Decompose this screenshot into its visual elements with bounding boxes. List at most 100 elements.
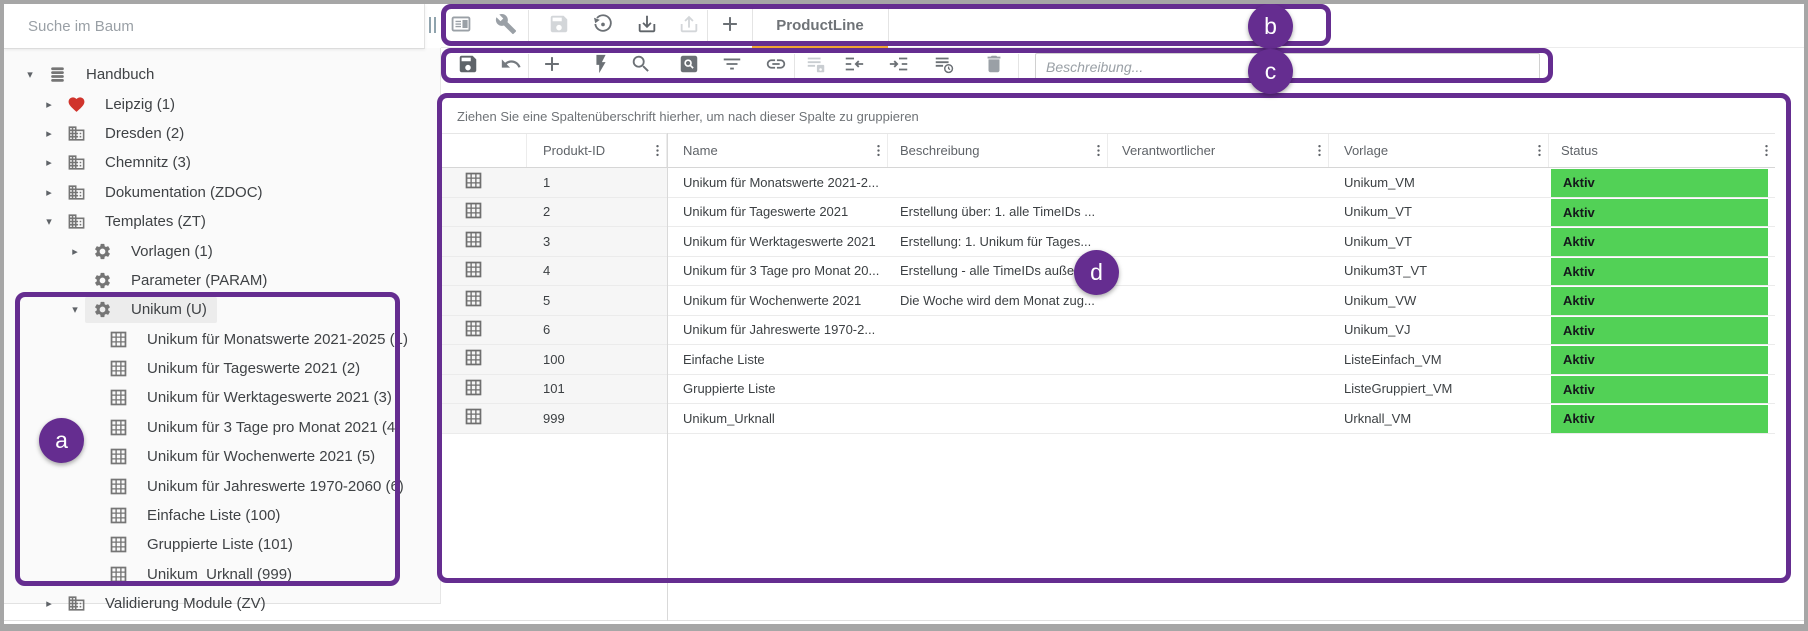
- tree-item-chemnitz[interactable]: ▸ Chemnitz (3): [4, 148, 440, 177]
- table-icon[interactable]: [464, 230, 483, 252]
- filter-icon[interactable]: [720, 52, 744, 76]
- tree-item-gruppierte-liste[interactable]: Gruppierte Liste (101): [4, 530, 440, 559]
- column-header-icon: [441, 134, 527, 167]
- undo-icon[interactable]: [499, 52, 523, 76]
- tree-item-templates[interactable]: ▾ Templates (ZT): [4, 207, 440, 236]
- table-icon[interactable]: [464, 378, 483, 400]
- column-header-vorlage[interactable]: Vorlage: [1329, 134, 1549, 167]
- history-restore-icon[interactable]: [591, 12, 615, 36]
- chevron-right-icon[interactable]: ▸: [39, 98, 59, 111]
- table-icon: [105, 477, 131, 496]
- column-header-verantwortlicher[interactable]: Verantwortlicher: [1108, 134, 1329, 167]
- upload-icon[interactable]: [677, 12, 701, 36]
- status-badge: Aktiv: [1551, 287, 1768, 315]
- column-menu-icon[interactable]: [1089, 143, 1107, 158]
- tree-item-dresden[interactable]: ▸ Dresden (2): [4, 119, 440, 148]
- link-icon[interactable]: [764, 52, 788, 76]
- search-in-grid-icon[interactable]: [677, 52, 701, 76]
- table-icon[interactable]: [464, 289, 483, 311]
- chevron-down-icon[interactable]: ▾: [39, 215, 59, 228]
- table-icon: [105, 506, 131, 525]
- gear-icon: [89, 300, 115, 319]
- tree-item-urknall[interactable]: Unikum_Urknall (999): [4, 560, 440, 589]
- table-icon[interactable]: [464, 407, 483, 429]
- lightning-icon[interactable]: [589, 52, 613, 76]
- tab-productline[interactable]: ProductLine: [752, 4, 888, 47]
- gear-icon: [89, 271, 115, 290]
- save-icon[interactable]: [456, 52, 480, 76]
- tree-search-input[interactable]: [4, 4, 424, 48]
- download-icon[interactable]: [635, 12, 659, 36]
- table-icon: [105, 418, 131, 437]
- table-icon: [105, 359, 131, 378]
- tree-item-jahreswerte[interactable]: Unikum für Jahreswerte 1970-2060 (6): [4, 471, 440, 500]
- table-row[interactable]: 999 Unikum_Urknall Urknall_VM Aktiv: [441, 404, 1775, 434]
- add-tab-icon[interactable]: [718, 12, 742, 36]
- table-row[interactable]: 100 Einfache Liste ListeEinfach_VM Aktiv: [441, 345, 1775, 375]
- chevron-down-icon[interactable]: ▾: [20, 68, 40, 81]
- column-menu-icon[interactable]: [1530, 143, 1548, 158]
- tree-item-vorlagen[interactable]: ▸ Vorlagen (1): [4, 236, 440, 265]
- table-icon[interactable]: [464, 348, 483, 370]
- chevron-right-icon[interactable]: ▸: [39, 186, 59, 199]
- delete-icon[interactable]: [982, 52, 1006, 76]
- search-icon[interactable]: [629, 52, 653, 76]
- table-icon[interactable]: [464, 260, 483, 282]
- building-icon: [63, 212, 89, 231]
- table-icon[interactable]: [464, 171, 483, 193]
- table-row[interactable]: 6 Unikum für Jahreswerte 1970-2... Uniku…: [441, 316, 1775, 346]
- expand-right-icon[interactable]: [887, 52, 911, 76]
- tree-item-leipzig[interactable]: ▸ Leipzig (1): [4, 89, 440, 118]
- column-header-status[interactable]: Status: [1549, 134, 1775, 167]
- table-row[interactable]: 101 Gruppierte Liste ListeGruppiert_VM A…: [441, 375, 1775, 405]
- column-menu-icon[interactable]: [1310, 143, 1328, 158]
- master-detail-icon[interactable]: [449, 12, 473, 36]
- table-icon[interactable]: [464, 319, 483, 341]
- add-row-icon[interactable]: [540, 52, 564, 76]
- panel-resize-handle[interactable]: [434, 17, 436, 33]
- tree-item-validierung[interactable]: ▸ Validierung Module (ZV): [4, 589, 440, 618]
- tree-item-handbuch[interactable]: ▾ Handbuch: [4, 60, 440, 89]
- tree-search-bar: [4, 4, 425, 49]
- save-layout-icon[interactable]: [804, 52, 828, 76]
- wrench-icon[interactable]: [494, 12, 518, 36]
- tree-item-werktageswerte[interactable]: Unikum für Werktageswerte 2021 (3): [4, 383, 440, 412]
- chevron-right-icon[interactable]: ▸: [39, 597, 59, 610]
- table-icon[interactable]: [464, 201, 483, 223]
- database-icon: [44, 65, 70, 84]
- tree-item-tageswerte[interactable]: Unikum für Tageswerte 2021 (2): [4, 354, 440, 383]
- column-menu-icon[interactable]: [1757, 143, 1775, 158]
- column-header-name[interactable]: Name: [667, 134, 888, 167]
- column-menu-icon[interactable]: [648, 143, 666, 158]
- column-menu-icon[interactable]: [869, 143, 887, 158]
- status-badge: Aktiv: [1551, 317, 1768, 345]
- chevron-right-icon[interactable]: ▸: [65, 245, 85, 258]
- collapse-left-icon[interactable]: [842, 52, 866, 76]
- tab-border: [888, 6, 889, 46]
- heart-icon: [63, 95, 89, 114]
- column-header-beschreibung[interactable]: Beschreibung: [888, 134, 1108, 167]
- status-badge: Aktiv: [1551, 199, 1768, 227]
- tabstrip-border: [441, 47, 1804, 48]
- chevron-right-icon[interactable]: ▸: [39, 156, 59, 169]
- tree-item-unikum[interactable]: ▾ Unikum (U): [4, 295, 440, 324]
- save-icon[interactable]: [547, 12, 571, 36]
- column-header-produkt-id[interactable]: Produkt-ID: [527, 134, 667, 167]
- annotation-label-d: d: [1074, 250, 1119, 295]
- status-badge: Aktiv: [1551, 346, 1768, 374]
- tree-item-parameter[interactable]: Parameter (PARAM): [4, 266, 440, 295]
- table-row[interactable]: 3 Unikum für Werktageswerte 2021 Erstell…: [441, 227, 1775, 257]
- tree-item-einfache-liste[interactable]: Einfache Liste (100): [4, 501, 440, 530]
- navigation-tree: ▾ Handbuch ▸ Leipzig (1) ▸ Dresden (2) ▸…: [4, 60, 440, 618]
- chevron-down-icon[interactable]: ▾: [65, 303, 85, 316]
- panel-resize-handle[interactable]: [429, 17, 431, 33]
- tree-item-dokumentation[interactable]: ▸ Dokumentation (ZDOC): [4, 178, 440, 207]
- table-row[interactable]: 1 Unikum für Monatswerte 2021-2... Uniku…: [441, 168, 1775, 198]
- table-row[interactable]: 2 Unikum für Tageswerte 2021 Erstellung …: [441, 198, 1775, 228]
- history-list-icon[interactable]: [932, 52, 956, 76]
- gear-icon: [89, 242, 115, 261]
- tree-item-monatswerte[interactable]: Unikum für Monatswerte 2021-2025 (1): [4, 325, 440, 354]
- chevron-right-icon[interactable]: ▸: [39, 127, 59, 140]
- toolbar-separator: [528, 54, 529, 80]
- app-window: ▾ Handbuch ▸ Leipzig (1) ▸ Dresden (2) ▸…: [0, 0, 1808, 631]
